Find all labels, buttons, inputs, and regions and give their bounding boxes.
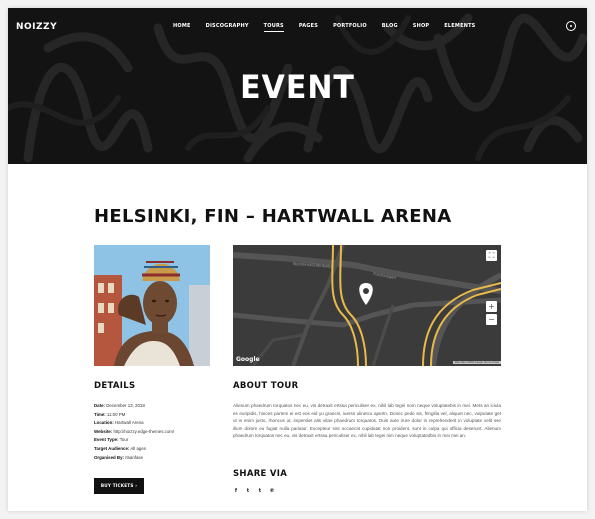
page-frame: NOIZZY HOME DISCOGRAPHY TOURS PAGES PORT…	[8, 8, 587, 511]
event-location-map[interactable]: Nordenskiöldinkatu Fordsvägen ⛶ + − Goog…	[233, 245, 501, 366]
detail-row-event-type: Event Type: Tour	[94, 437, 129, 443]
artist-illustration	[94, 245, 210, 366]
detail-row-date: Date: December 13, 2018	[94, 403, 145, 408]
site-logo[interactable]: NOIZZY	[16, 22, 57, 32]
buy-tickets-button[interactable]: BUY TICKETS ›	[94, 478, 144, 494]
side-menu-button[interactable]	[566, 21, 576, 31]
detail-row-organised-by: Organised By: Itsanfase	[94, 454, 144, 460]
nav-item-home[interactable]: HOME	[173, 23, 191, 32]
tumblr-icon[interactable]: t	[257, 488, 263, 494]
about-heading: ABOUT TOUR	[233, 381, 299, 391]
share-icons: f t t ℗	[233, 488, 275, 494]
zoom-in-button[interactable]: +	[486, 301, 497, 312]
google-logo: Google	[236, 356, 260, 363]
nav-item-portfolio[interactable]: PORTFOLIO	[333, 23, 367, 32]
details-heading: DETAILS	[94, 381, 136, 391]
nav-item-tours[interactable]: TOURS	[263, 23, 284, 32]
main-nav: HOME DISCOGRAPHY TOURS PAGES PORTFOLIO B…	[173, 23, 491, 32]
detail-row-location: Location: Hartwall Arena	[94, 420, 144, 426]
share-heading: SHARE VIA	[233, 469, 288, 479]
zoom-out-button[interactable]: −	[486, 314, 497, 325]
map-roads: Nordenskiöldinkatu Fordsvägen	[233, 245, 501, 366]
details-list: Date: December 13, 2018 Time: 11:00 PM L…	[94, 402, 224, 462]
detail-row-target-audience: Target Audience: All ages	[94, 445, 146, 451]
nav-item-elements[interactable]: ELEMENTS	[444, 23, 475, 32]
twitter-icon[interactable]: t	[245, 488, 251, 494]
fullscreen-button[interactable]: ⛶	[486, 250, 497, 261]
nav-item-shop[interactable]: SHOP	[413, 23, 430, 32]
pinterest-icon[interactable]: ℗	[269, 488, 275, 494]
event-title: HELSINKI, FIN – HARTWALL ARENA	[94, 206, 452, 227]
nav-item-discography[interactable]: DISCOGRAPHY	[206, 23, 249, 32]
hero-header: NOIZZY HOME DISCOGRAPHY TOURS PAGES PORT…	[8, 8, 587, 164]
facebook-icon[interactable]: f	[233, 488, 239, 494]
about-paragraph: Alienum phaedrum torquatos nec eu, vis d…	[233, 403, 501, 439]
detail-row-time: Time: 11:00 PM	[94, 411, 126, 417]
nav-item-blog[interactable]: BLOG	[382, 23, 398, 32]
detail-row-website[interactable]: Website: http://noizzy.edge-themes.com/	[94, 428, 224, 437]
map-attribution[interactable]: Map data ©2018 Google Terms of Use	[452, 361, 501, 364]
page-title: EVENT	[240, 68, 355, 107]
nav-item-pages[interactable]: PAGES	[299, 23, 318, 32]
event-artist-photo	[94, 245, 210, 366]
